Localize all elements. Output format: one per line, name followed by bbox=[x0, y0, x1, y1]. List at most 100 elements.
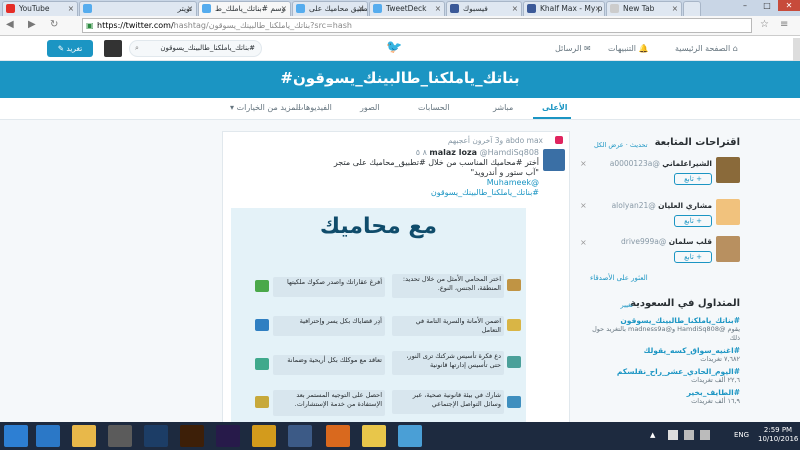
author-handle[interactable]: @HamdiSq808 bbox=[480, 148, 539, 157]
maximize-button[interactable]: □ bbox=[756, 0, 778, 11]
trend-link[interactable]: #الطايف_بخير bbox=[592, 388, 740, 397]
minimize-button[interactable]: – bbox=[734, 0, 756, 11]
search-input[interactable]: #بناتك_ياملكنا_طالبينك_يسوقون ⌕ bbox=[129, 40, 262, 57]
network-icon[interactable] bbox=[684, 430, 694, 440]
nav-home[interactable]: الصفحة الرئيسية ⌂ bbox=[675, 44, 738, 53]
tweet-image[interactable]: مع محاميك أفرغ عقاراتك واصدر صكوك ملكيته… bbox=[231, 208, 526, 432]
twitter-logo-icon[interactable]: 🐦 bbox=[386, 40, 402, 55]
search-icon[interactable]: ⌕ bbox=[135, 41, 139, 56]
dismiss-icon[interactable]: × bbox=[580, 238, 587, 247]
new-tab-button[interactable] bbox=[683, 1, 701, 16]
after-effects-icon[interactable] bbox=[216, 425, 240, 447]
trend-link[interactable]: #بناتك_ياملكنا_طالبينك_يسوقون bbox=[592, 316, 740, 325]
screen-icon[interactable] bbox=[398, 425, 422, 447]
start-icon[interactable] bbox=[4, 425, 28, 447]
tweet-card[interactable]: abdo max و3 آخرون أعجبهم malaz loza @Ham… bbox=[222, 131, 570, 432]
tab-hashtag[interactable]: وسم #بناتك_ياملك_ط × bbox=[198, 1, 291, 16]
dismiss-icon[interactable]: × bbox=[580, 201, 587, 210]
user-handle: @alolyan21 bbox=[611, 201, 656, 210]
tab-accounts[interactable]: الحسابات bbox=[418, 103, 450, 112]
tab-videos[interactable]: الفيديوهات bbox=[296, 103, 332, 112]
menu-icon[interactable]: ≡ bbox=[780, 19, 788, 30]
follow-button[interactable]: تابع + bbox=[674, 251, 712, 263]
image-title: مع محاميك bbox=[319, 214, 438, 239]
close-icon[interactable]: × bbox=[512, 2, 518, 15]
close-icon[interactable]: × bbox=[187, 2, 193, 15]
handshake-icon bbox=[255, 358, 269, 370]
tab-tweetdeck[interactable]: TweetDeck × bbox=[369, 1, 445, 16]
close-icon[interactable]: × bbox=[281, 2, 287, 15]
trend-link[interactable]: #اغنيه_سواق_كسه_يقولك bbox=[592, 346, 740, 355]
photoshop-icon[interactable] bbox=[144, 425, 168, 447]
hashtag-link[interactable]: #بناتك_ياملكنا_طالبينك_يسوقون bbox=[239, 188, 539, 198]
follow-button[interactable]: تابع + bbox=[674, 173, 712, 185]
nav-messages[interactable]: الرسائل ✉ bbox=[555, 44, 591, 53]
feature-card: احصل على التوجيه المستمر بعد الإستفادة م… bbox=[273, 390, 385, 416]
folder-icon[interactable] bbox=[72, 425, 96, 447]
dismiss-icon[interactable]: × bbox=[580, 159, 587, 168]
follow-button[interactable]: تابع + bbox=[674, 215, 712, 227]
feature-card: تعاقد مع موكلك بكل أريحية وضمانة bbox=[273, 355, 385, 375]
avatar[interactable] bbox=[104, 40, 122, 57]
sticky-notes-icon[interactable] bbox=[362, 425, 386, 447]
tab-photos[interactable]: الصور bbox=[360, 103, 380, 112]
trend-desc: يقوم @HamdiSq808 و@madness9a بالتغريد حو… bbox=[592, 325, 740, 342]
change-link[interactable]: تغيير bbox=[621, 301, 633, 309]
forward-icon[interactable]: ▶ bbox=[28, 19, 36, 30]
back-icon[interactable]: ◀ bbox=[6, 19, 14, 30]
tweet-button[interactable]: ✎ تغريد bbox=[47, 40, 93, 57]
user-avatar[interactable] bbox=[716, 157, 740, 183]
tweet-time[interactable]: ٨ ٥ bbox=[416, 148, 427, 157]
find-friends-link[interactable]: العثور على الأصدقاء bbox=[590, 274, 648, 282]
chrome-icon[interactable] bbox=[288, 425, 312, 447]
tab-new[interactable]: New Tab × bbox=[606, 1, 682, 16]
page-icon bbox=[610, 4, 619, 13]
internet-explorer-icon[interactable] bbox=[36, 425, 60, 447]
tab-twitter[interactable]: تويتر × bbox=[79, 1, 197, 16]
user-avatar[interactable] bbox=[716, 199, 740, 225]
close-icon[interactable]: × bbox=[595, 2, 601, 15]
star-icon[interactable]: ☆ bbox=[760, 19, 769, 30]
author-name[interactable]: malaz loza bbox=[429, 148, 477, 157]
trend-link[interactable]: #اليوم_الحادي_عشر_راح_نقلسكم bbox=[592, 367, 740, 376]
view-all-link[interactable]: عرض الكل bbox=[594, 141, 624, 149]
building-icon bbox=[255, 280, 269, 292]
page-title: #بناتك_ياملكنا_طالبينك_يسوقون bbox=[280, 69, 520, 87]
url-input[interactable]: ▣ https://twitter.com/hashtag/بناتك_يامل… bbox=[82, 18, 752, 33]
close-icon[interactable]: × bbox=[68, 2, 74, 15]
firefox-icon[interactable] bbox=[326, 425, 350, 447]
user-name[interactable]: مشاري العليان bbox=[658, 201, 712, 210]
close-icon[interactable]: × bbox=[358, 2, 364, 15]
user-name[interactable]: الشيراعلماني bbox=[662, 159, 712, 168]
tab-facebook-profile[interactable]: Khalf Max - My p × bbox=[523, 1, 605, 16]
refresh-link[interactable]: تحديث bbox=[630, 141, 648, 149]
illustrator-icon[interactable] bbox=[180, 425, 204, 447]
headphones-icon[interactable] bbox=[252, 425, 276, 447]
user-name[interactable]: قلب سلمان bbox=[669, 237, 712, 246]
media-player-icon[interactable] bbox=[108, 425, 132, 447]
author-avatar[interactable] bbox=[543, 149, 565, 171]
network-icon bbox=[507, 396, 521, 408]
close-window-button[interactable]: ✕ bbox=[778, 0, 800, 11]
close-icon[interactable]: × bbox=[435, 2, 441, 15]
language-indicator[interactable]: ENG bbox=[734, 431, 749, 439]
reload-icon[interactable]: ↻ bbox=[50, 19, 58, 30]
heart-icon bbox=[555, 136, 563, 144]
volume-icon[interactable] bbox=[700, 430, 710, 440]
tab-top[interactable]: الأعلى bbox=[542, 103, 568, 112]
tweetdeck-icon bbox=[373, 4, 382, 13]
nav-notifications[interactable]: التنبيهات 🔔 bbox=[608, 44, 649, 53]
user-avatar[interactable] bbox=[716, 236, 740, 262]
clock[interactable]: 2:59 PM 10/10/2016 bbox=[758, 426, 798, 444]
tab-app[interactable]: تطبيق محاميك على × bbox=[292, 1, 368, 16]
tab-live[interactable]: مباشر bbox=[493, 103, 513, 112]
tab-facebook[interactable]: فيسبوك × bbox=[446, 1, 522, 16]
tab-more-options[interactable]: ▾ المزيد من الخيارات bbox=[230, 103, 300, 112]
tray-arrow-icon[interactable]: ▲ bbox=[650, 431, 655, 439]
tab-youtube[interactable]: YouTube × bbox=[2, 1, 78, 16]
hashtag-banner: #بناتك_ياملكنا_طالبينك_يسوقون bbox=[0, 61, 800, 98]
mention-link[interactable]: @Muhameek bbox=[239, 178, 539, 188]
flag-icon[interactable] bbox=[668, 430, 678, 440]
active-tab-indicator bbox=[533, 117, 571, 119]
close-icon[interactable]: × bbox=[672, 2, 678, 15]
